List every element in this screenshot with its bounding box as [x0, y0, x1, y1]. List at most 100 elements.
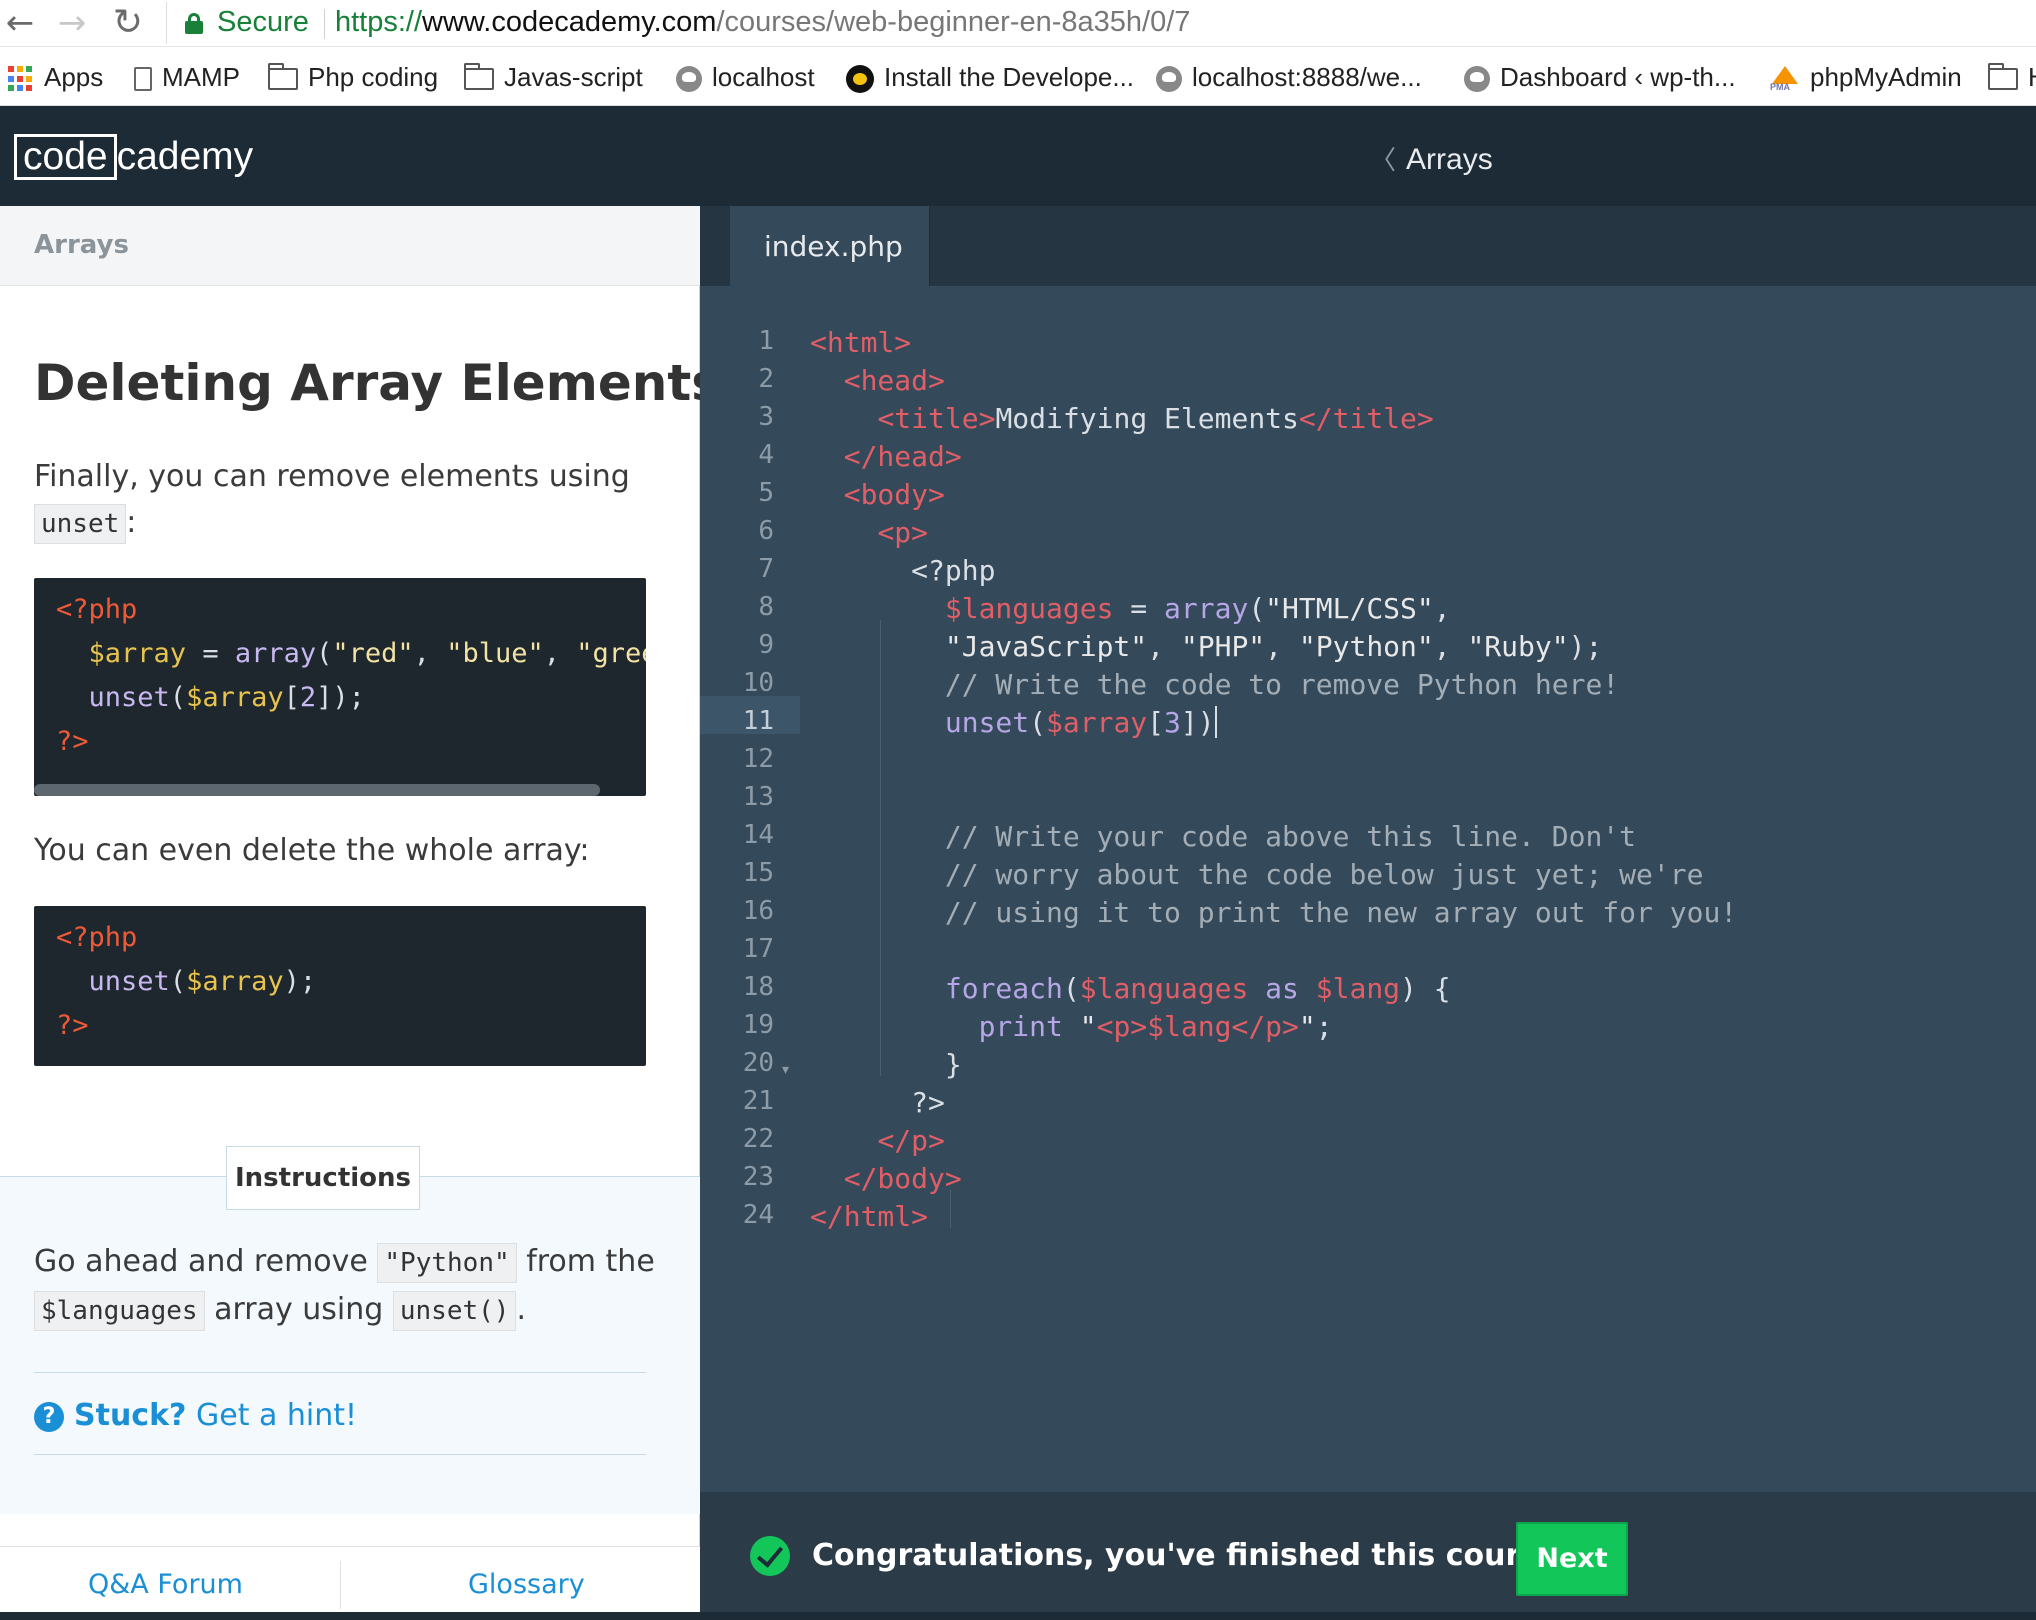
line-number: 19 — [742, 1010, 774, 1040]
lock-icon — [185, 13, 203, 34]
snippet-line: <?php — [56, 594, 138, 625]
snippet-line: <?php — [56, 922, 138, 953]
next-button[interactable]: Next — [1516, 1522, 1628, 1596]
line-number: 4 — [758, 440, 774, 470]
bookmark-folder-h[interactable]: H — [1988, 60, 2036, 94]
line-number: 13 — [742, 782, 774, 812]
line-number: 10 — [742, 668, 774, 698]
code-line: // Write your code above this line. Don'… — [944, 820, 1637, 853]
line-number: 15 — [742, 858, 774, 888]
inline-code: unset — [34, 504, 127, 544]
bookmark-php-coding[interactable]: Php coding — [268, 60, 438, 94]
glossary-link[interactable]: Glossary — [468, 1569, 585, 1600]
line-number: 22 — [742, 1124, 774, 1154]
snippet-line: unset($array); — [88, 966, 317, 997]
bookmark-install-developer[interactable]: Install the Develope... — [846, 60, 1134, 94]
globe-icon — [1156, 66, 1182, 93]
line-number: 23 — [742, 1162, 774, 1192]
bookmarks-bar: Apps MAMP Php coding Javas-script localh… — [0, 48, 2036, 106]
line-number: 14 — [742, 820, 774, 850]
code-line: <body> — [843, 478, 945, 511]
bookmark-mamp[interactable]: MAMP — [134, 60, 240, 94]
completion-bar: Congratulations, you've finished this co… — [700, 1492, 2036, 1620]
bookmark-javas-script[interactable]: Javas-script — [464, 60, 643, 94]
get-hint-link[interactable]: ? Stuck? Get a hint! — [34, 1398, 357, 1433]
snippet-line: unset($array[2]); — [88, 682, 365, 713]
tab-index-php[interactable]: index.php — [730, 206, 930, 286]
line-number: 8 — [758, 592, 774, 622]
qa-forum-link[interactable]: Q&A Forum — [88, 1569, 243, 1600]
code-line: </head> — [843, 440, 962, 473]
code-line: </p> — [877, 1124, 945, 1157]
globe-icon — [1464, 66, 1490, 93]
snippet-line: $array = array("red", "blue", "green" — [88, 638, 646, 669]
secure-label: Secure — [217, 6, 309, 38]
line-number: 24 — [742, 1200, 774, 1230]
line-number: 7 — [758, 554, 774, 584]
lesson-footer: Q&A Forum Glossary — [0, 1546, 700, 1620]
code-line: unset($array[3]) — [944, 706, 1217, 739]
code-line: ?> — [911, 1086, 945, 1119]
code-line: foreach($languages as $lang) { — [944, 972, 1451, 1005]
fold-arrow-icon[interactable]: ▾ — [782, 1062, 789, 1078]
breadcrumb[interactable]: 〈 Arrays — [1370, 140, 1493, 177]
code-line: // using it to print the new array out f… — [944, 896, 1738, 929]
page-icon — [134, 67, 152, 92]
check-icon — [750, 1536, 790, 1576]
instructions-text: Go ahead and remove "Python" from the $l… — [34, 1238, 674, 1334]
horizontal-scrollbar[interactable] — [34, 784, 600, 796]
code-line: print "<p>$lang</p>"; — [978, 1010, 1333, 1043]
code-line: // worry about the code below just yet; … — [944, 858, 1704, 891]
code-line: // Write the code to remove Python here! — [944, 668, 1620, 701]
tab-instructions[interactable]: Instructions — [226, 1146, 420, 1210]
bookmark-localhost-8888[interactable]: localhost:8888/we... — [1156, 60, 1422, 94]
folder-icon — [464, 63, 494, 91]
line-number: 11 — [742, 706, 774, 736]
code-line: <title>Modifying Elements</title> — [877, 402, 1434, 435]
url-text[interactable]: https://www.codecademy.com/courses/web-b… — [335, 6, 1190, 39]
code-line: } — [944, 1048, 962, 1081]
text-cursor — [1214, 706, 1217, 738]
code-editor: index.php 1 2 3 4 5 6 7 8 9 10 11 12 13 14 15 16 17 18 19 2… — [700, 206, 2036, 1620]
line-number: 3 — [758, 402, 774, 432]
bookmark-phpmyadmin[interactable]: phpMyAdmin — [1770, 60, 1962, 94]
address-bar[interactable]: Secure https://www.codecademy.com/course… — [166, 2, 2036, 44]
code-line: $languages = array("HTML/CSS", — [944, 592, 1451, 625]
code-line: <?php — [911, 554, 996, 587]
editor-tab-bar: index.php — [700, 206, 2036, 286]
apps-grid-icon — [8, 66, 34, 92]
bookmark-localhost[interactable]: localhost — [676, 60, 815, 94]
snippet-line: ?> — [56, 1010, 89, 1041]
linux-icon — [846, 65, 874, 94]
back-arrow-icon[interactable]: ← — [2, 4, 38, 42]
code-line: </body> — [843, 1162, 962, 1195]
codecademy-logo[interactable]: code cademy — [14, 134, 253, 180]
code-line: <head> — [843, 364, 945, 397]
bookmark-apps[interactable]: Apps — [8, 60, 103, 94]
code-line: <html> — [810, 326, 912, 359]
question-icon: ? — [34, 1402, 64, 1432]
code-snippet-1: <?php $array = array("red", "blue", "gre… — [34, 578, 646, 796]
line-number: 17 — [742, 934, 774, 964]
line-number: 1 — [758, 326, 774, 356]
line-number: 18 — [742, 972, 774, 1002]
line-number: 20 — [742, 1048, 774, 1078]
forward-arrow-icon[interactable]: → — [54, 4, 90, 42]
browser-toolbar: ← → ↻ Secure https://www.codecademy.com/… — [0, 0, 2036, 47]
phpmyadmin-icon — [1770, 66, 1800, 92]
line-number: 9 — [758, 630, 774, 660]
code-line: "JavaScript", "PHP", "Python", "Ruby"); — [944, 630, 1603, 663]
lesson-title: Deleting Array Elements — [34, 354, 721, 412]
bookmark-dashboard[interactable]: Dashboard ‹ wp-th... — [1464, 60, 1736, 94]
line-number: 16 — [742, 896, 774, 926]
globe-icon — [676, 66, 702, 93]
line-number: 6 — [758, 516, 774, 546]
line-number: 21 — [742, 1086, 774, 1116]
code-snippet-2: <?php unset($array); ?> — [34, 906, 646, 1066]
line-number: 12 — [742, 744, 774, 774]
lesson-tab[interactable]: Arrays — [0, 206, 700, 286]
code-line: </html> — [810, 1200, 929, 1233]
reload-icon[interactable]: ↻ — [110, 4, 146, 42]
instructions-area — [0, 1176, 700, 1514]
lesson-paragraph-1: Finally, you can remove elements using u… — [34, 454, 654, 546]
